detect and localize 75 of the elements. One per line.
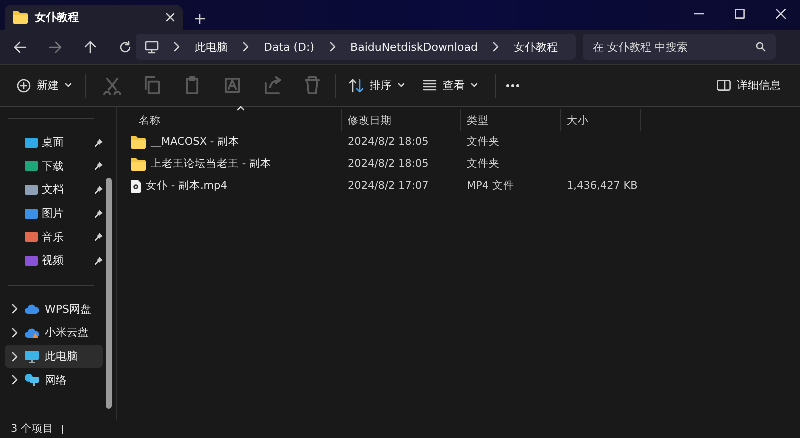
expand-chevron-icon (11, 352, 19, 362)
sidebar-item[interactable]: 视频 (5, 248, 103, 273)
monitor-icon (25, 350, 39, 363)
breadcrumb-item[interactable]: Data (D:) (264, 40, 315, 54)
cloud-icon (25, 328, 39, 338)
sidebar-item[interactable]: WPS网盘 (5, 298, 103, 322)
up-icon[interactable] (84, 40, 97, 54)
column-header[interactable]: 修改日期 (342, 109, 461, 131)
breadcrumb-item[interactable]: BaiduNetdiskDownload (350, 40, 478, 54)
folder-icon (131, 158, 146, 170)
search-field[interactable]: 在 女仆教程 中搜索 (583, 34, 776, 60)
more-icon[interactable] (506, 84, 520, 88)
tab-title: 女仆教程 (35, 10, 80, 25)
expand-chevron-icon (11, 375, 19, 386)
sidebar-item[interactable]: 下载 (5, 154, 103, 178)
sidebar-item[interactable]: 小米云盘 (5, 321, 103, 345)
sidebar-item[interactable]: 桌面 (5, 131, 103, 155)
type-cell-text: 文件夹 (466, 157, 501, 171)
expand-chevron-icon (11, 304, 19, 314)
video-file-icon (131, 180, 141, 192)
plus-circle-icon (17, 78, 31, 92)
sidebar-item[interactable]: 文档 (5, 178, 103, 202)
sort-button[interactable]: 排序 (346, 74, 408, 97)
date-cell-text: 2024/8/2 18:05 (347, 136, 430, 148)
close-icon[interactable] (776, 9, 786, 19)
sidebar-item[interactable]: 此电脑 (5, 344, 103, 368)
chevron-icon (242, 42, 250, 52)
column-header[interactable]: 大小 (561, 109, 641, 131)
column-header[interactable]: 名称 (117, 109, 342, 131)
item-count: 3 个项目 (11, 422, 54, 436)
cloud-icon (25, 304, 39, 314)
sort-icon (349, 78, 364, 92)
details-button[interactable]: 详细信息 (714, 74, 784, 97)
type-cell-text: 文件夹 (466, 135, 501, 149)
breadcrumb-item[interactable]: 此电脑 (195, 40, 228, 54)
search-icon (756, 42, 766, 52)
details-pane-icon (717, 80, 731, 91)
date-cell-text: 2024/8/2 17:07 (347, 180, 430, 192)
sort-caret-icon (237, 106, 245, 111)
caret-icon (398, 83, 405, 88)
new-tab-icon[interactable] (195, 14, 205, 24)
file-name-cell[interactable]: __MACOSX - 副本 (117, 135, 342, 149)
back-icon[interactable] (14, 40, 27, 54)
caret-icon (471, 83, 478, 88)
new-button[interactable]: 新建 (14, 74, 75, 97)
file-name-cell[interactable]: 女仆 - 副本.mp4 (117, 179, 342, 193)
chevron-icon (328, 42, 337, 52)
tab[interactable]: 女仆教程 (5, 5, 183, 30)
list-icon (423, 80, 437, 91)
network-icon (25, 374, 39, 386)
maximize-icon[interactable] (735, 9, 745, 19)
column-header[interactable]: 类型 (461, 109, 561, 131)
size-cell-text: 1,436,427 KB (566, 180, 639, 192)
file-name: 上老王论坛当老王 - 副本 (151, 157, 272, 171)
view-button[interactable]: 查看 (420, 74, 481, 97)
chevron-icon (173, 42, 181, 52)
expand-chevron-icon (11, 328, 19, 338)
sidebar-item[interactable]: 音乐 (5, 225, 103, 249)
caret-icon (65, 83, 72, 88)
file-name-cell[interactable]: 上老王论坛当老王 - 副本 (117, 157, 342, 171)
type-cell-text: MP4 文件 (466, 179, 516, 193)
close-icon[interactable] (166, 13, 175, 22)
refresh-icon[interactable] (119, 40, 132, 54)
forward-icon[interactable] (49, 40, 62, 54)
monitor-icon[interactable] (145, 40, 159, 54)
breadcrumb-item[interactable]: 女仆教程 (514, 40, 558, 54)
scrollbar-thumb[interactable] (106, 178, 112, 409)
folder-icon (131, 136, 146, 148)
sidebar-item[interactable]: 网络 (5, 368, 103, 392)
file-name: 女仆 - 副本.mp4 (146, 179, 228, 193)
sidebar-item[interactable]: 图片 (5, 202, 103, 226)
folder-icon (13, 11, 28, 24)
date-cell-text: 2024/8/2 18:05 (347, 158, 430, 170)
chevron-icon (492, 42, 500, 52)
file-name: __MACOSX - 副本 (151, 135, 240, 149)
